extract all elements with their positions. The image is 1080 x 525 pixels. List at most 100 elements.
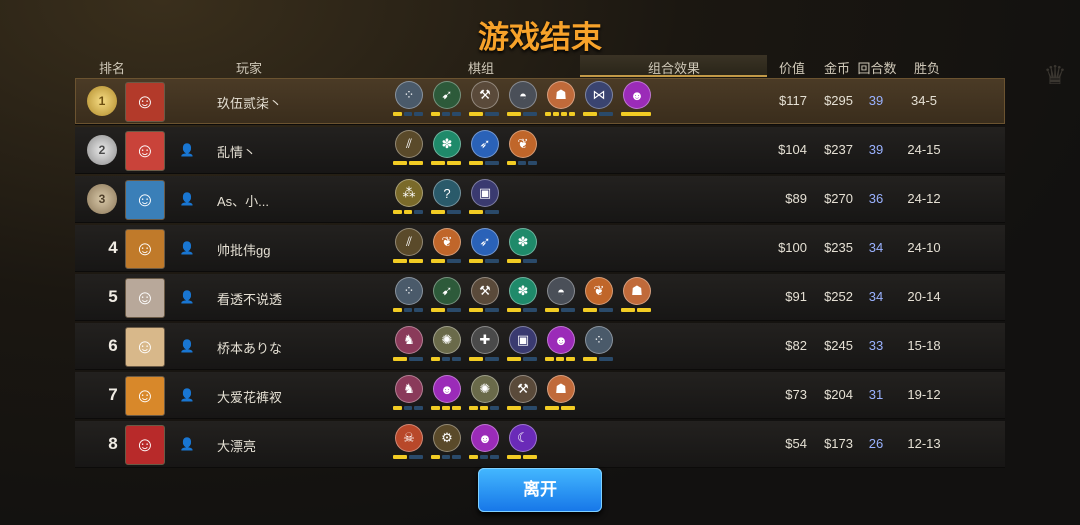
player-row[interactable]: 6 ☺ 👤 桥本ありな ♞ ✺ ✚ ▣ ☻ ⁘ $82 $245 33 15-18 xyxy=(75,323,1005,370)
bear-hat-avatar[interactable]: ☺ xyxy=(125,376,165,416)
synergy-item[interactable]: ☻ xyxy=(545,326,575,364)
add-friend-icon[interactable]: 👤 xyxy=(179,436,195,452)
girl-green-goggles-avatar[interactable]: ☺ xyxy=(125,131,165,171)
synergy-bar-active xyxy=(469,112,483,116)
synergy-item[interactable]: ⫽ xyxy=(393,228,423,266)
synergy-item[interactable]: ☠ xyxy=(393,424,423,462)
player-row[interactable]: 2 ☺ 👤 乱情丶 ⫽ ✽ ➶ ❦ $104 $237 39 24-15 xyxy=(75,127,1005,174)
synergy-item[interactable]: ▣ xyxy=(507,326,537,364)
add-friend-icon[interactable]: 👤 xyxy=(179,338,195,354)
synergy-bar-inactive xyxy=(452,455,461,459)
synergy-item[interactable]: ✽ xyxy=(507,277,537,315)
synergy-item[interactable]: ☻ xyxy=(469,424,499,462)
synergy-item[interactable]: ⁂ xyxy=(393,179,423,217)
synergy-item[interactable]: ❦ xyxy=(431,228,461,266)
synergy-bar-inactive xyxy=(485,210,499,214)
tab-synergy[interactable]: 组合效果 xyxy=(620,58,728,77)
synergy-bar-active xyxy=(569,112,575,116)
bronze-medal-icon: 3 xyxy=(87,184,117,214)
blonde-girl-avatar[interactable]: ☺ xyxy=(125,327,165,367)
synergy-progress xyxy=(545,357,575,361)
synergy-item[interactable]: ☗ xyxy=(545,81,575,119)
triple-spear-icon: ⫽ xyxy=(395,228,423,256)
synergy-bar-inactive xyxy=(403,406,413,410)
synergy-item[interactable]: ☾ xyxy=(507,424,537,462)
red-dragon-avatar[interactable]: ☺ xyxy=(125,425,165,465)
synergy-item[interactable]: ♞ xyxy=(393,375,423,413)
synergy-bar-active xyxy=(637,308,651,312)
add-friend-icon[interactable]: 👤 xyxy=(179,289,195,305)
synergy-item[interactable]: ✚ xyxy=(469,326,499,364)
synergy-bar-inactive xyxy=(523,406,537,410)
synergy-item[interactable]: ✺ xyxy=(431,326,461,364)
add-friend-icon[interactable]: 👤 xyxy=(179,387,195,403)
synergy-item[interactable]: ✽ xyxy=(431,130,461,168)
player-name: 大爱花裤衩 xyxy=(217,390,283,405)
synergy-item[interactable]: ❦ xyxy=(583,277,613,315)
synergy-bar-active xyxy=(583,112,597,116)
value-amount: $54 xyxy=(785,436,807,451)
synergy-item[interactable]: ➹ xyxy=(431,277,461,315)
add-friend-icon[interactable]: 👤 xyxy=(179,142,195,158)
synergy-item[interactable]: ➶ xyxy=(469,228,499,266)
player-row[interactable]: 5 ☺ 👤 看透不说透 ⁘ ➹ ⚒ ✽ ◓ ❦ ☗ $91 $252 34 20-14 xyxy=(75,274,1005,321)
synergy-bar-active xyxy=(507,406,521,410)
player-row[interactable]: 7 ☺ 👤 大爱花裤衩 ♞ ☻ ✺ ⚒ ☗ $73 $204 31 19-12 xyxy=(75,372,1005,419)
synergy-item[interactable]: ◓ xyxy=(507,81,537,119)
synergy-item[interactable]: ⁘ xyxy=(583,326,613,364)
paw-triad-icon: ⁘ xyxy=(585,326,613,354)
synergy-progress xyxy=(507,112,537,116)
synergy-item[interactable]: ☗ xyxy=(621,277,651,315)
gold-amount: $173 xyxy=(824,436,853,451)
synergy-item[interactable]: ✺ xyxy=(469,375,499,413)
synergy-item[interactable]: ? xyxy=(431,179,461,217)
avatar-face-icon: ☺ xyxy=(134,188,156,211)
armored-hero-avatar[interactable]: ☺ xyxy=(125,180,165,220)
player-row[interactable]: 1 ☺ 玖伍贰柒丶 ⁘ ➹ ⚒ ◓ ☗ ⋈ ☻ $117 $295 39 34-5 xyxy=(75,78,1005,125)
synergy-item[interactable]: ⚒ xyxy=(469,81,499,119)
synergy-item[interactable]: ☗ xyxy=(545,375,575,413)
synergy-bar-inactive xyxy=(409,357,423,361)
synergy-item[interactable]: ◓ xyxy=(545,277,575,315)
synergy-bar-active xyxy=(507,357,521,361)
synergy-item[interactable]: ❦ xyxy=(507,130,537,168)
win-loss-record: 15-18 xyxy=(907,338,941,353)
synergy-item[interactable]: ▣ xyxy=(469,179,499,217)
synergy-item[interactable]: ⋈ xyxy=(583,81,613,119)
tab-pieces[interactable]: 棋组 xyxy=(464,58,498,77)
synergy-progress xyxy=(469,308,499,312)
avatar-face-icon: ☺ xyxy=(134,384,156,407)
synergy-item[interactable]: ⚒ xyxy=(469,277,499,315)
add-friend-icon[interactable]: 👤 xyxy=(179,191,195,207)
player-row[interactable]: 4 ☺ 👤 帅批伟gg ⫽ ❦ ➶ ✽ $100 $235 34 24-10 xyxy=(75,225,1005,272)
synergy-item[interactable]: ⚙ xyxy=(431,424,461,462)
synergy-bar-active xyxy=(583,357,597,361)
value-amount: $100 xyxy=(778,240,807,255)
add-friend-icon[interactable]: 👤 xyxy=(179,240,195,256)
knight-avatar[interactable]: ☺ xyxy=(125,229,165,269)
synergy-item[interactable]: ➶ xyxy=(469,130,499,168)
synergy-item[interactable]: ☻ xyxy=(621,81,651,119)
avatar-face-icon: ☺ xyxy=(134,335,156,358)
synergy-item[interactable]: ➹ xyxy=(431,81,461,119)
synergy-item[interactable]: ⫽ xyxy=(393,130,423,168)
beast-face-icon: ☗ xyxy=(547,81,575,109)
synergy-bar-inactive xyxy=(517,161,527,165)
axe-icon: ⚒ xyxy=(471,277,499,305)
synergy-progress xyxy=(431,112,461,116)
synergy-bar-active xyxy=(393,259,407,263)
synergy-item[interactable]: ⁘ xyxy=(393,81,423,119)
synergy-item[interactable]: ♞ xyxy=(393,326,423,364)
synergy-bar-active xyxy=(507,259,521,263)
red-monster-avatar[interactable]: ☺ xyxy=(125,82,165,122)
synergy-item[interactable]: ⚒ xyxy=(507,375,537,413)
synergy-item[interactable]: ✽ xyxy=(507,228,537,266)
synergy-item[interactable]: ⁘ xyxy=(393,277,423,315)
player-row[interactable]: 3 ☺ 👤 As、小... ⁂? ▣ $89 $270 36 24-12 xyxy=(75,176,1005,223)
white-hair-avatar[interactable]: ☺ xyxy=(125,278,165,318)
synergy-bar-active xyxy=(409,259,423,263)
synergy-item[interactable]: ☻ xyxy=(431,375,461,413)
synergy-bar-active xyxy=(431,161,445,165)
player-row[interactable]: 8 ☺ 👤 大漂亮 ☠ ⚙ ☻ ☾ $54 $173 26 12-13 xyxy=(75,421,1005,468)
leave-button[interactable]: 离开 xyxy=(478,468,602,512)
